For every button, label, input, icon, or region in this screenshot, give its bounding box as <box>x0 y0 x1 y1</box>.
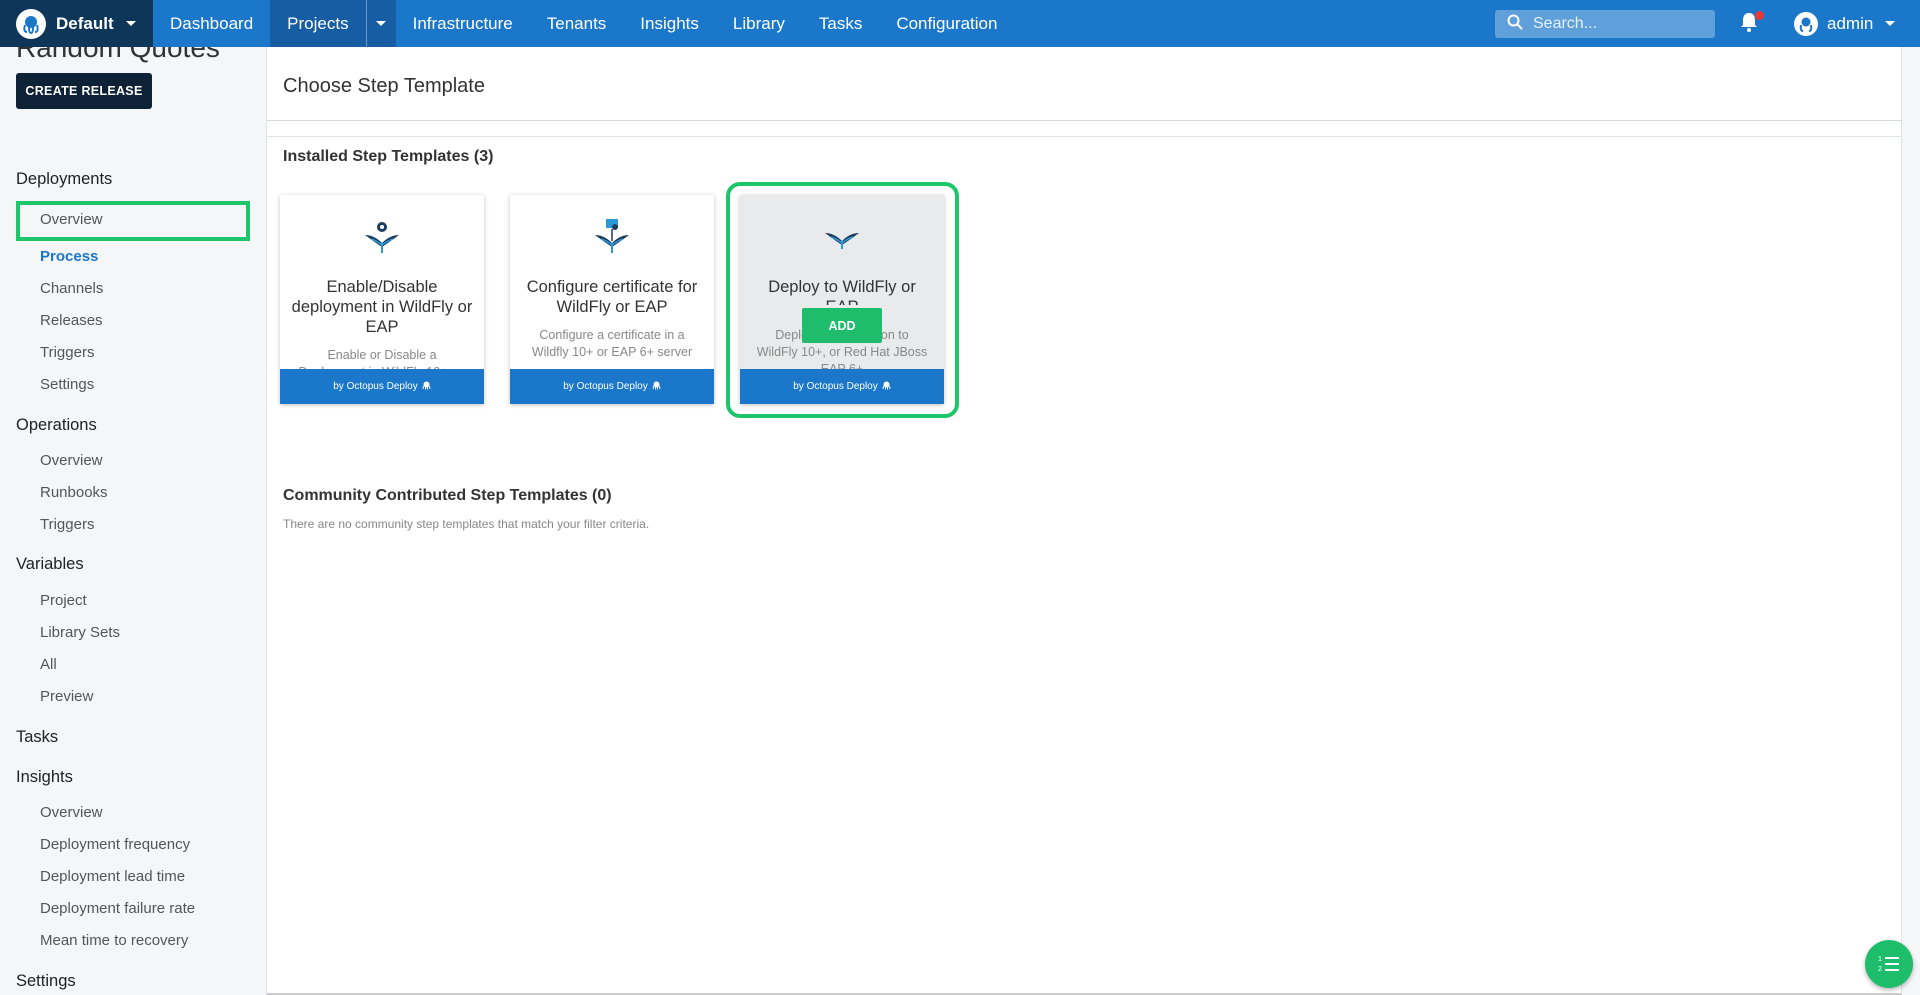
wildfly-certificate-icon <box>587 217 637 257</box>
sidebar-item-deployment-lead-time[interactable]: Deployment lead time <box>40 868 185 885</box>
card-footer: by Octopus Deploy <box>280 369 484 404</box>
sidebar-item-mean-time-to-recovery[interactable]: Mean time to recovery <box>40 932 188 949</box>
projects-dropdown-button[interactable] <box>365 0 396 47</box>
sidebar-item-insights-overview[interactable]: Overview <box>40 804 103 821</box>
page-header: Choose Step Template <box>267 47 1902 121</box>
create-release-button[interactable]: CREATE RELEASE <box>16 73 152 109</box>
space-name: Default <box>56 13 114 33</box>
card-footer: by Octopus Deploy <box>510 369 714 404</box>
sidebar-item-releases[interactable]: Releases <box>40 312 103 329</box>
main-content: Choose Step Template Installed Step Temp… <box>267 47 1902 995</box>
project-title: Random Quotes <box>16 47 220 63</box>
sidebar-section-insights[interactable]: Insights <box>16 768 73 787</box>
sidebar-section-variables[interactable]: Variables <box>16 555 84 574</box>
project-sidebar: Random Quotes CREATE RELEASE Deployments… <box>0 47 267 995</box>
top-nav: Default Dashboard Projects Infrastructur… <box>0 0 1920 47</box>
search-input[interactable] <box>1533 15 1703 33</box>
step-template-card[interactable]: Enable/Disable deployment in WildFly or … <box>280 195 484 404</box>
user-name: admin <box>1827 13 1874 33</box>
sidebar-item-all-variables[interactable]: All <box>40 656 57 673</box>
highlight-box <box>726 182 959 418</box>
card-description: Configure a certificate in a Wildfly 10+… <box>531 328 693 359</box>
sidebar-item-variables-preview[interactable]: Preview <box>40 688 93 705</box>
octopus-small-icon <box>652 381 661 393</box>
sidebar-section-tasks[interactable]: Tasks <box>16 728 58 747</box>
card-title: Configure certificate for WildFly or EAP <box>526 278 698 316</box>
card-author: by Octopus Deploy <box>333 381 418 392</box>
octopus-small-icon <box>422 381 431 393</box>
notification-badge <box>1755 11 1764 20</box>
notifications-bell-icon[interactable] <box>1740 11 1764 34</box>
wildfly-icon <box>357 217 407 257</box>
chevron-down-icon <box>376 21 387 26</box>
card-title: Enable/Disable deployment in WildFly or … <box>291 278 473 336</box>
community-templates-title: Community Contributed Step Templates (0) <box>283 487 612 504</box>
page-title: Choose Step Template <box>283 75 485 97</box>
divider <box>267 136 1902 137</box>
sidebar-item-project-variables[interactable]: Project <box>40 592 87 609</box>
nav-tasks[interactable]: Tasks <box>802 0 879 47</box>
nav-configuration[interactable]: Configuration <box>879 0 1014 47</box>
sidebar-item-deployment-frequency[interactable]: Deployment frequency <box>40 836 190 853</box>
sidebar-item-operations-triggers[interactable]: Triggers <box>40 516 94 533</box>
space-switcher[interactable]: Default <box>0 0 153 47</box>
sidebar-item-deployment-failure-rate[interactable]: Deployment failure rate <box>40 900 195 917</box>
nav-insights[interactable]: Insights <box>623 0 716 47</box>
community-empty-note: There are no community step templates th… <box>283 517 650 531</box>
chevron-down-icon <box>1885 21 1896 26</box>
nav-dashboard[interactable]: Dashboard <box>153 0 270 47</box>
nav-library[interactable]: Library <box>716 0 802 47</box>
svg-text:1: 1 <box>1878 956 1882 963</box>
sidebar-item-deployments-overview[interactable]: Overview <box>40 211 103 228</box>
installed-templates-title: Installed Step Templates (3) <box>283 148 494 165</box>
nav-infrastructure[interactable]: Infrastructure <box>396 0 530 47</box>
sidebar-section-deployments[interactable]: Deployments <box>16 170 112 189</box>
sidebar-item-deployment-triggers[interactable]: Triggers <box>40 344 94 361</box>
nav-projects[interactable]: Projects <box>270 0 366 47</box>
numbered-list-icon[interactable]: 12 <box>1865 940 1913 988</box>
sidebar-section-settings[interactable]: Settings <box>16 972 76 991</box>
search-box[interactable] <box>1495 10 1715 38</box>
sidebar-section-operations[interactable]: Operations <box>16 416 97 435</box>
sidebar-item-channels[interactable]: Channels <box>40 280 103 297</box>
sidebar-item-deployment-settings[interactable]: Settings <box>40 376 94 393</box>
sidebar-item-runbooks[interactable]: Runbooks <box>40 484 108 501</box>
octopus-logo-icon <box>16 8 46 39</box>
user-avatar-icon <box>1794 11 1818 36</box>
nav-tenants[interactable]: Tenants <box>530 0 624 47</box>
step-template-card[interactable]: Configure certificate for WildFly or EAP… <box>510 195 714 404</box>
sidebar-item-operations-overview[interactable]: Overview <box>40 452 103 469</box>
sidebar-item-process[interactable]: Process <box>40 248 98 265</box>
chevron-down-icon <box>125 21 136 26</box>
search-icon <box>1507 14 1523 35</box>
sidebar-item-library-sets[interactable]: Library Sets <box>40 624 120 641</box>
card-author: by Octopus Deploy <box>563 381 648 392</box>
user-menu[interactable]: admin <box>1794 0 1896 47</box>
svg-text:2: 2 <box>1878 966 1882 973</box>
